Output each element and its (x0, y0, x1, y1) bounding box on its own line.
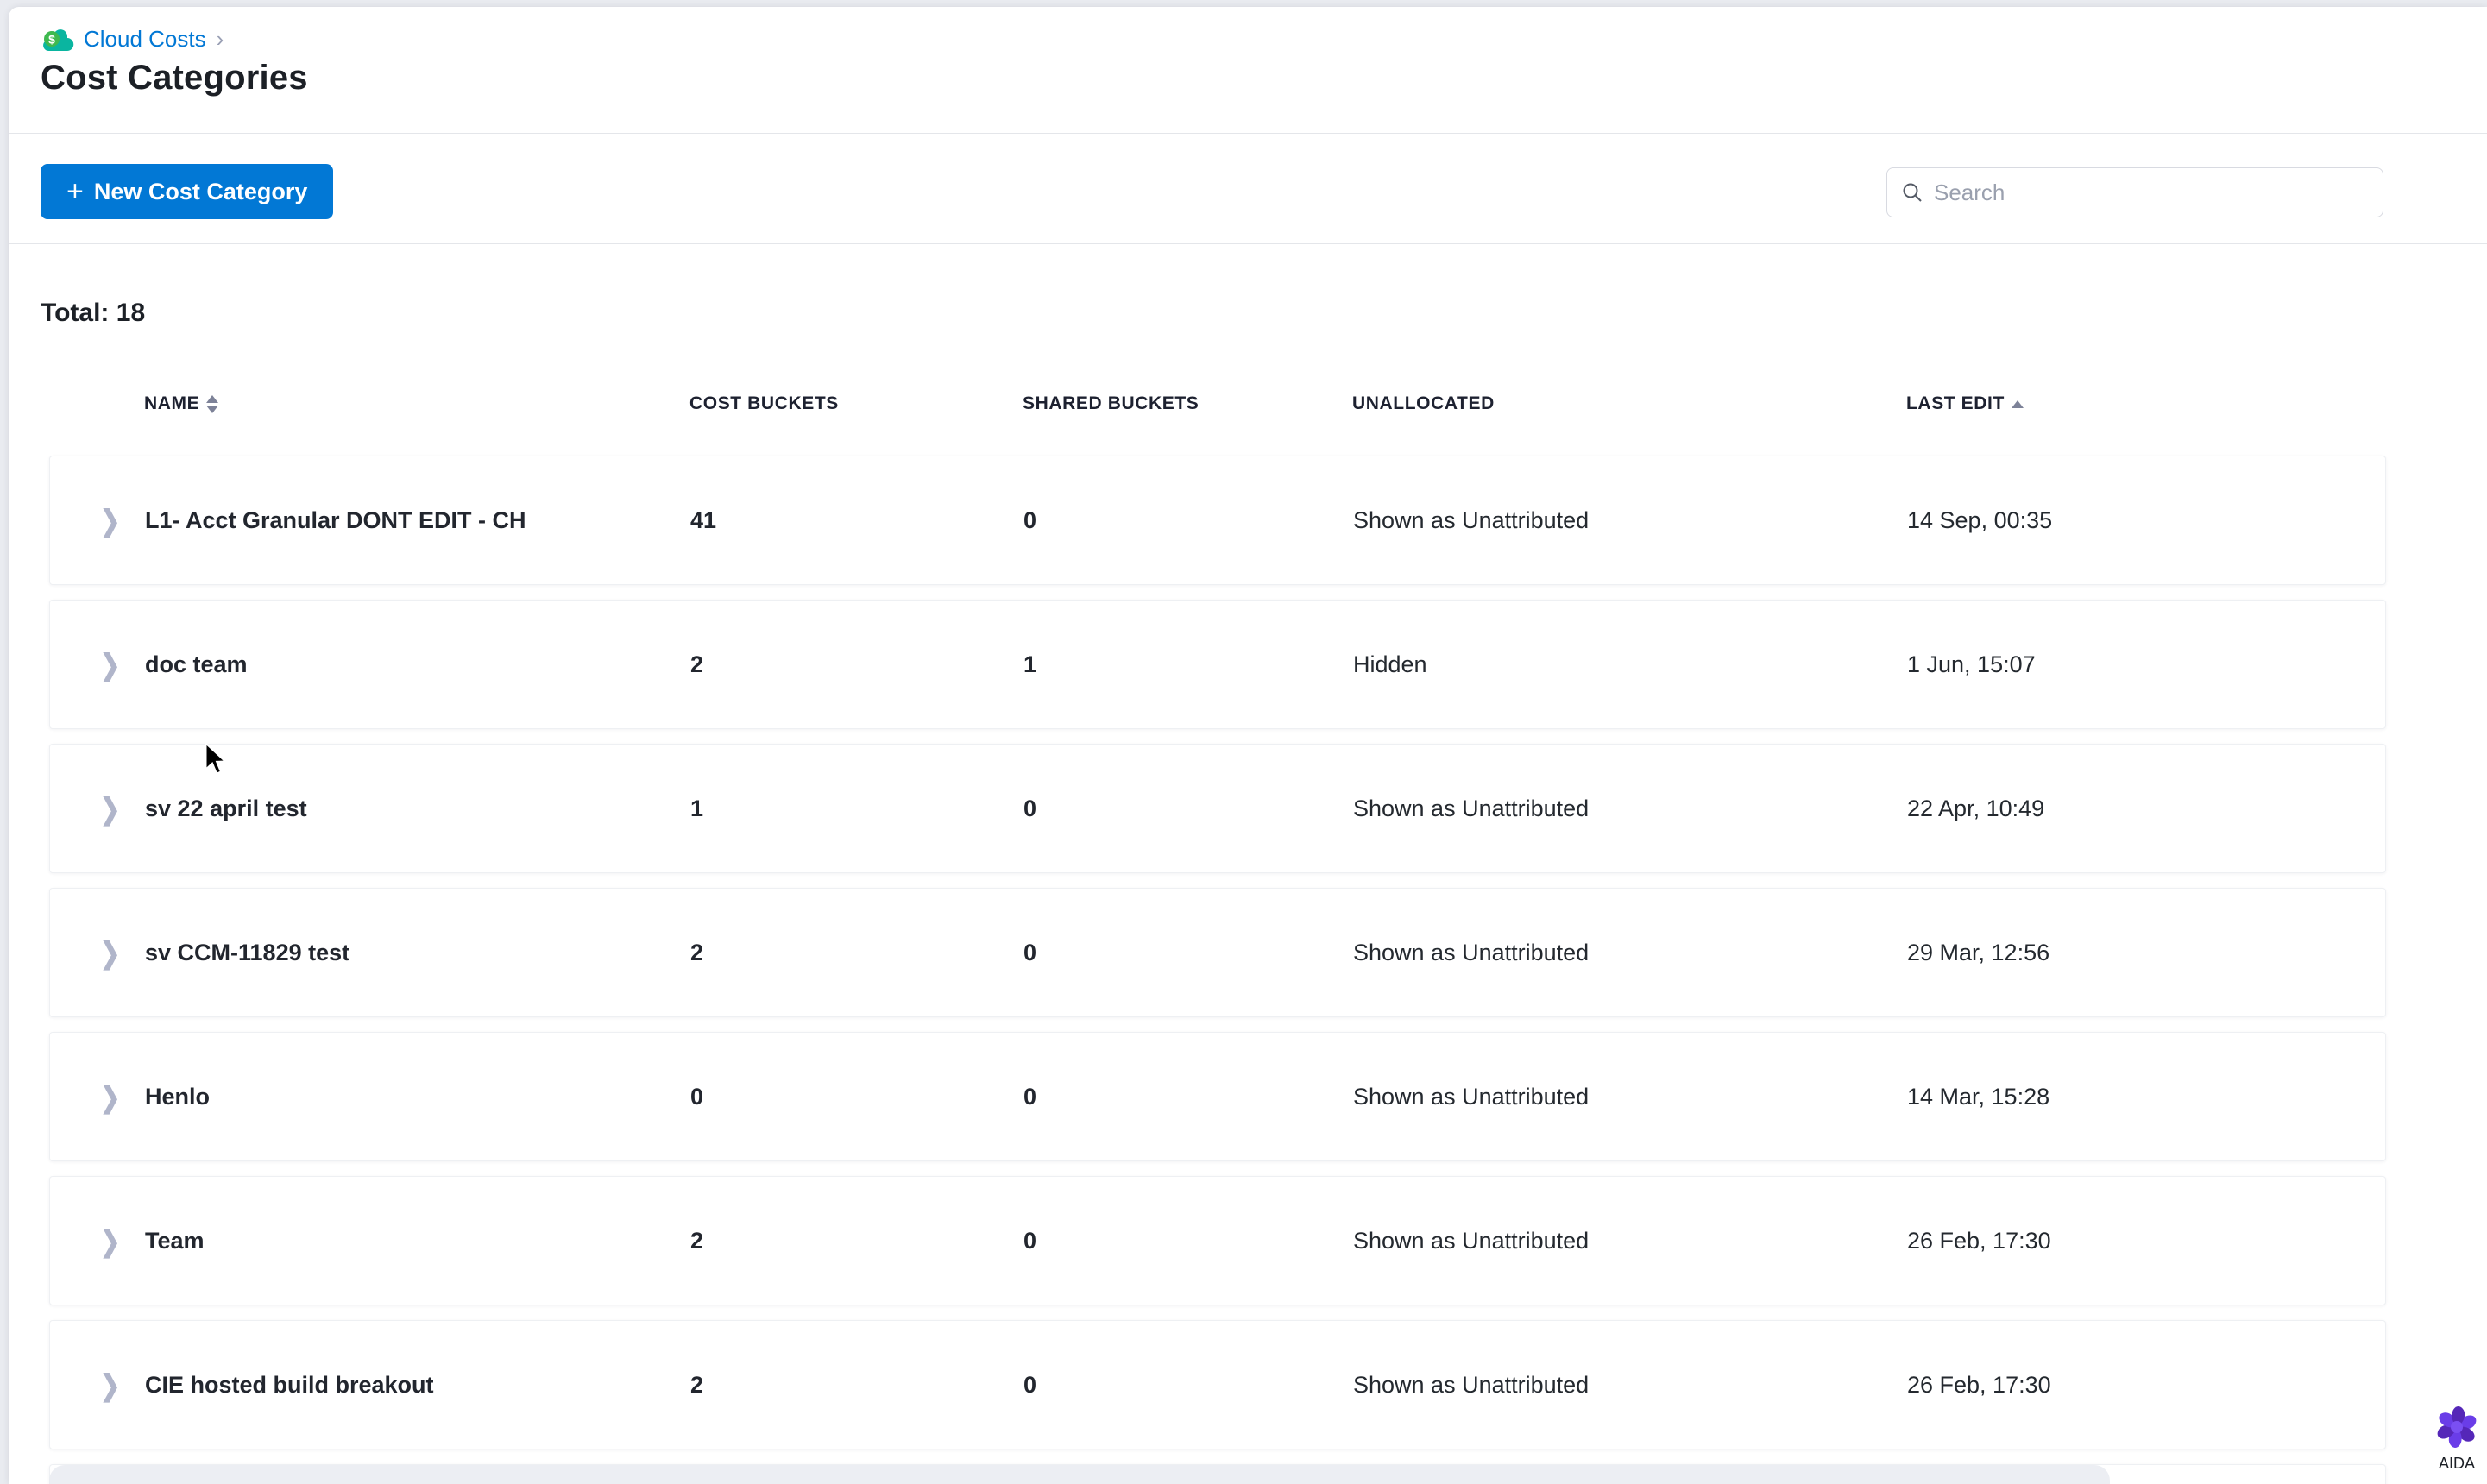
column-header-name[interactable]: NAME (144, 393, 689, 414)
column-header-name-label: NAME (144, 393, 200, 413)
row-unallocated: Shown as Unattributed (1353, 1227, 1590, 1254)
row-unallocated: Shown as Unattributed (1353, 1083, 1590, 1110)
expand-chevron-icon[interactable]: ❯ (100, 1368, 145, 1402)
row-last-edit: 26 Feb, 17:30 (1907, 1227, 2051, 1254)
row-shared-buckets: 0 (1023, 1227, 1037, 1254)
row-cost-buckets: 2 (690, 651, 704, 677)
column-header-last-edit-label: LAST EDIT (1906, 393, 2005, 413)
table-row[interactable]: ❯ Henlo 0 0 Shown as Unattributed 14 Mar… (49, 1032, 2386, 1161)
row-cost-buckets: 0 (690, 1083, 704, 1110)
row-cost-buckets: 2 (690, 1227, 704, 1254)
sort-both-icon (206, 394, 219, 413)
row-shared-buckets: 0 (1023, 939, 1037, 965)
expand-chevron-icon[interactable]: ❯ (100, 935, 145, 970)
breadcrumb: $ Cloud Costs › (41, 26, 224, 53)
page-title: Cost Categories (41, 59, 308, 97)
aida-assistant-button[interactable]: AIDA (2421, 1403, 2487, 1473)
total-count: Total: 18 (41, 299, 146, 327)
row-shared-buckets: 1 (1023, 651, 1037, 677)
row-last-edit: 14 Sep, 00:35 (1907, 506, 2053, 533)
new-cost-category-button[interactable]: + New Cost Category (41, 164, 334, 219)
expand-chevron-icon[interactable]: ❯ (100, 1079, 145, 1114)
row-name: Team (145, 1227, 205, 1254)
row-shared-buckets: 0 (1023, 1083, 1037, 1110)
sort-ascending-icon (2011, 399, 2024, 408)
expand-chevron-icon[interactable]: ❯ (100, 647, 145, 682)
column-header-unallocated-label: UNALLOCATED (1352, 393, 1495, 413)
cloud-costs-module-icon: $ (41, 27, 75, 53)
table-row[interactable]: ❯ L1- Acct Granular DONT EDIT - CH 41 0 … (49, 456, 2386, 585)
search-box (1886, 167, 2383, 217)
table-row[interactable]: ❯ sv CCM-11829 test 2 0 Shown as Unattri… (49, 888, 2386, 1017)
header-divider (9, 133, 2487, 134)
row-last-edit: 29 Mar, 12:56 (1907, 939, 2050, 965)
expand-chevron-icon[interactable]: ❯ (100, 1223, 145, 1258)
row-name: sv CCM-11829 test (145, 939, 350, 965)
table-row[interactable]: ❯ CIE hosted build breakout 2 0 Shown as… (49, 1320, 2386, 1449)
row-name: sv 22 april test (145, 795, 307, 821)
row-unallocated: Shown as Unattributed (1353, 506, 1590, 533)
cost-categories-page: $ Cloud Costs › Cost Categories + New Co… (0, 0, 2487, 1484)
expand-chevron-icon[interactable]: ❯ (100, 503, 145, 538)
mouse-cursor (202, 741, 231, 781)
row-last-edit: 14 Mar, 15:28 (1907, 1083, 2050, 1110)
table-row[interactable]: ❯ Team 2 0 Shown as Unattributed 26 Feb,… (49, 1176, 2386, 1305)
new-cost-category-label: New Cost Category (93, 178, 308, 204)
plus-icon: + (66, 175, 84, 208)
search-input[interactable] (1934, 179, 2369, 206)
row-name: CIE hosted build breakout (145, 1371, 434, 1398)
row-last-edit: 26 Feb, 17:30 (1907, 1371, 2051, 1398)
row-shared-buckets: 0 (1023, 1371, 1037, 1398)
row-name: Henlo (145, 1083, 211, 1110)
svg-text:$: $ (48, 32, 55, 46)
horizontal-scrollbar-thumb[interactable] (49, 1465, 2110, 1484)
column-header-cost-buckets[interactable]: COST BUCKETS (689, 393, 1023, 414)
row-cost-buckets: 1 (690, 795, 704, 821)
row-cost-buckets: 2 (690, 939, 704, 965)
column-header-shared-buckets[interactable]: SHARED BUCKETS (1023, 393, 1352, 414)
column-header-cost-buckets-label: COST BUCKETS (689, 393, 839, 413)
table-header: NAME COST BUCKETS SHARED BUCKETS UNALLOC… (49, 380, 2386, 428)
column-header-unallocated[interactable]: UNALLOCATED (1352, 393, 1906, 414)
column-header-shared-buckets-label: SHARED BUCKETS (1023, 393, 1199, 413)
expand-chevron-icon[interactable]: ❯ (100, 791, 145, 826)
row-unallocated: Hidden (1353, 651, 1427, 677)
row-unallocated: Shown as Unattributed (1353, 939, 1590, 965)
column-header-last-edit[interactable]: LAST EDIT (1906, 393, 2224, 414)
main-panel: $ Cloud Costs › Cost Categories + New Co… (9, 7, 2487, 1484)
aida-label: AIDA (2438, 1455, 2475, 1472)
breadcrumb-separator-icon: › (216, 26, 224, 52)
row-unallocated: Shown as Unattributed (1353, 1371, 1590, 1398)
row-last-edit: 22 Apr, 10:49 (1907, 795, 2045, 821)
row-name: L1- Acct Granular DONT EDIT - CH (145, 506, 526, 533)
row-name: doc team (145, 651, 248, 677)
aida-pinwheel-icon (2433, 1403, 2481, 1451)
table-row[interactable]: ❯ doc team 2 1 Hidden 1 Jun, 15:07 (49, 600, 2386, 729)
toolbar-divider (9, 243, 2487, 244)
row-cost-buckets: 41 (690, 506, 717, 533)
table-body: ❯ L1- Acct Granular DONT EDIT - CH 41 0 … (49, 456, 2386, 1484)
row-shared-buckets: 0 (1023, 506, 1037, 533)
breadcrumb-cloud-costs-link[interactable]: Cloud Costs (84, 26, 206, 53)
row-shared-buckets: 0 (1023, 795, 1037, 821)
table-row[interactable]: ❯ sv 22 april test 1 0 Shown as Unattrib… (49, 744, 2386, 873)
row-cost-buckets: 2 (690, 1371, 704, 1398)
row-last-edit: 1 Jun, 15:07 (1907, 651, 2036, 677)
row-unallocated: Shown as Unattributed (1353, 795, 1590, 821)
search-icon (1901, 181, 1923, 204)
